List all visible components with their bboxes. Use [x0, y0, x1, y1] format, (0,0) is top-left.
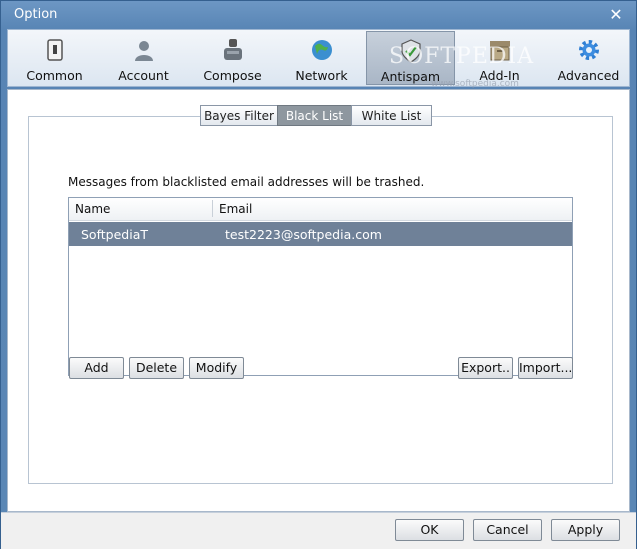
- black-list-description: Messages from blacklisted email addresse…: [68, 175, 425, 189]
- delete-button[interactable]: Delete: [129, 357, 184, 379]
- toolbar-item-account[interactable]: Account: [99, 31, 188, 85]
- gear-icon: [578, 40, 599, 60]
- toolbar-item-label: Compose: [203, 68, 262, 83]
- tab-bayes-filter[interactable]: Bayes Filter: [200, 105, 278, 126]
- watermark: SOFTPEDIA: [389, 44, 535, 69]
- toolbar-item-label: Common: [26, 68, 83, 83]
- black-list-table[interactable]: Name Email SoftpediaT test2223@softpedia…: [68, 197, 573, 376]
- tab-white-list[interactable]: White List: [351, 105, 432, 126]
- account-icon: [134, 41, 153, 61]
- toolbar-item-label: Advanced: [557, 68, 620, 83]
- toolbar-item-common[interactable]: Common: [10, 31, 99, 85]
- modify-button[interactable]: Modify: [189, 357, 244, 379]
- category-toolbar: Common Account Compose Network Antispam …: [7, 29, 630, 87]
- import-button[interactable]: Import...: [518, 357, 573, 379]
- toolbar-item-label: Network: [295, 68, 348, 83]
- dialog-footer: OK Cancel Apply: [1, 512, 636, 549]
- option-window: Option ✕ Common Account Compose Network …: [0, 0, 637, 549]
- table-row[interactable]: SoftpediaT test2223@softpedia.com: [69, 222, 572, 246]
- window-title: Option: [14, 7, 58, 22]
- row-name: SoftpediaT: [81, 227, 148, 242]
- export-button[interactable]: Export..: [458, 357, 513, 379]
- tab-black-list[interactable]: Black List: [277, 105, 352, 126]
- table-header: Name Email: [69, 198, 572, 221]
- column-header-email[interactable]: Email: [219, 202, 252, 216]
- title-bar[interactable]: Option ✕: [1, 1, 636, 29]
- column-header-name[interactable]: Name: [75, 202, 110, 216]
- column-divider[interactable]: [212, 200, 213, 217]
- apply-button[interactable]: Apply: [551, 519, 620, 541]
- ok-button[interactable]: OK: [395, 519, 464, 541]
- compose-icon: [223, 39, 242, 60]
- common-icon: [46, 39, 63, 61]
- toolbar-item-compose[interactable]: Compose: [188, 31, 277, 85]
- toolbar-item-network[interactable]: Network: [277, 31, 366, 85]
- row-email: test2223@softpedia.com: [225, 227, 382, 242]
- close-icon[interactable]: ✕: [608, 7, 624, 23]
- network-icon: [311, 40, 332, 60]
- watermark-url: www.softpedia.com: [431, 79, 519, 89]
- content-panel: Bayes Filter Black List White List Messa…: [7, 89, 630, 512]
- toolbar-item-advanced[interactable]: Advanced: [544, 31, 633, 85]
- black-list-group: Messages from blacklisted email addresse…: [28, 116, 613, 484]
- add-button[interactable]: Add: [69, 357, 124, 379]
- cancel-button[interactable]: Cancel: [473, 519, 542, 541]
- toolbar-item-label: Account: [118, 68, 169, 83]
